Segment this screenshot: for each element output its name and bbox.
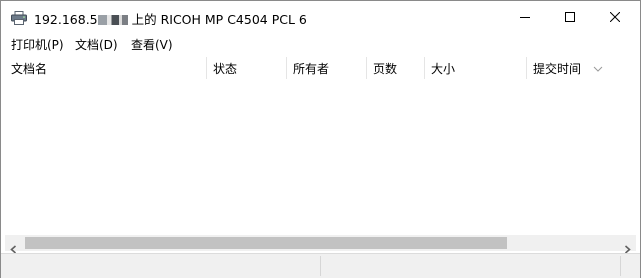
printer-icon xyxy=(11,10,27,25)
menu-bar: 打印机(P) 文档(D) 查看(V) xyxy=(1,34,640,54)
maximize-button[interactable] xyxy=(547,1,593,34)
chevron-down-icon xyxy=(593,57,603,76)
menu-view[interactable]: 查看(V) xyxy=(131,36,173,53)
column-header-owner[interactable]: 所有者 xyxy=(287,57,367,79)
column-header-size[interactable]: 大小 xyxy=(425,57,527,79)
window-title-printer: 上的 RICOH MP C4504 PCL 6 xyxy=(131,12,307,27)
column-header-status[interactable]: 状态 xyxy=(207,57,287,79)
print-queue-window: 192.168.5 上的 RICOH MP C4504 PCL 6 打印机(P)… xyxy=(0,0,641,278)
scrollbar-thumb[interactable] xyxy=(25,237,507,249)
status-bar xyxy=(1,253,640,278)
close-icon xyxy=(610,12,620,22)
column-header-document-name[interactable]: 文档名 xyxy=(5,57,207,79)
status-pane-left xyxy=(1,256,321,276)
menu-document[interactable]: 文档(D) xyxy=(75,36,118,53)
redacted-ip-segment xyxy=(97,15,128,25)
minimize-button[interactable] xyxy=(502,1,548,34)
column-header-pages[interactable]: 页数 xyxy=(367,57,425,79)
document-list[interactable] xyxy=(1,79,640,235)
close-button[interactable] xyxy=(592,1,638,34)
horizontal-scrollbar[interactable] xyxy=(5,235,636,254)
list-header: 文档名 状态 所有者 页数 大小 提交时间 xyxy=(1,57,640,79)
window-title: 192.168.5 上的 RICOH MP C4504 PCL 6 xyxy=(34,9,307,28)
minimize-icon xyxy=(520,17,530,18)
status-pane-right xyxy=(321,256,621,276)
menu-printer[interactable]: 打印机(P) xyxy=(11,36,64,53)
title-bar[interactable]: 192.168.5 上的 RICOH MP C4504 PCL 6 xyxy=(1,1,640,34)
window-title-host: 192.168.5 xyxy=(34,12,98,27)
maximize-icon xyxy=(565,12,575,22)
